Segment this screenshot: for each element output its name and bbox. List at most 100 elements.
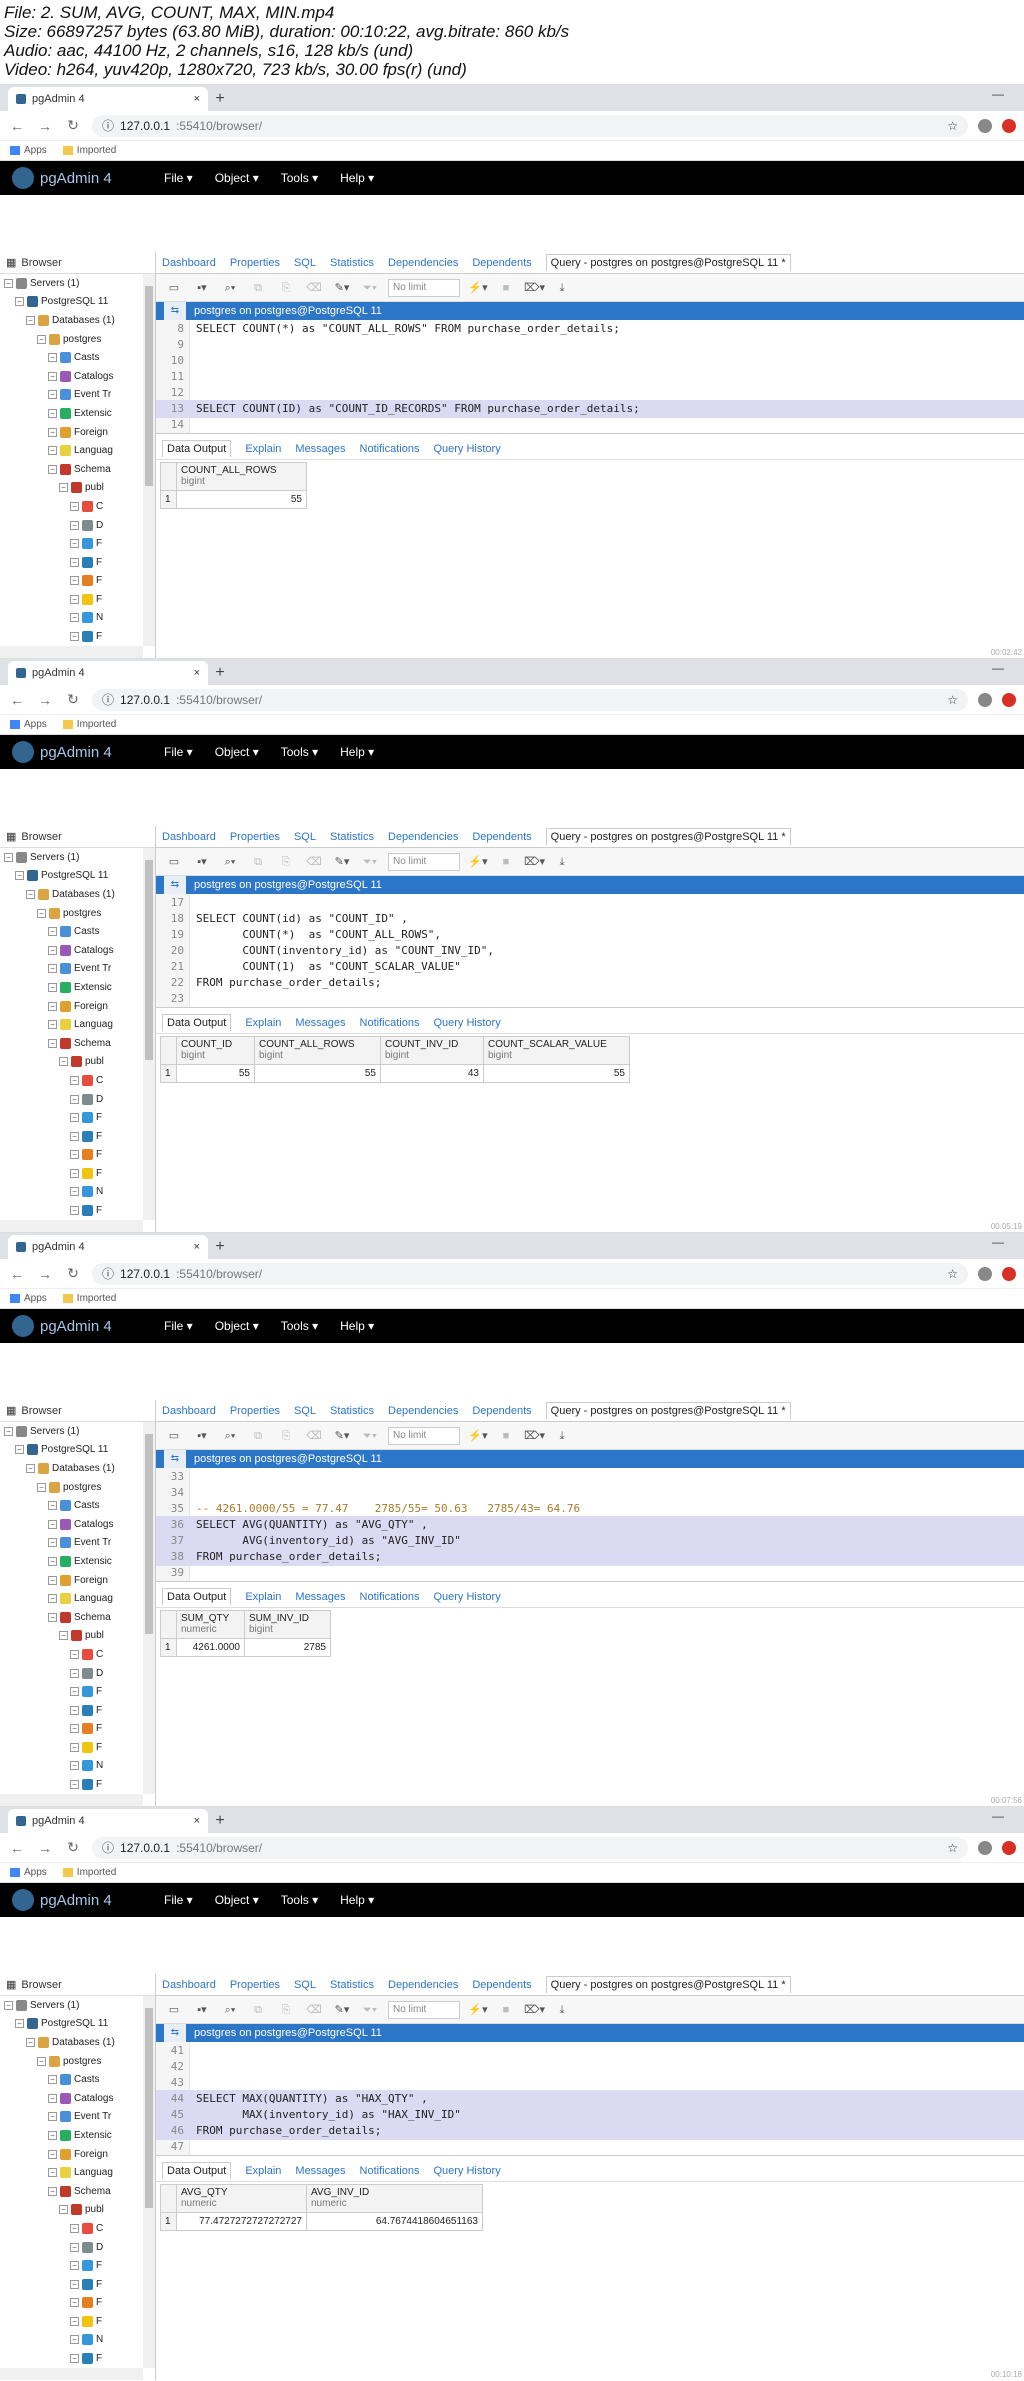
copy-icon[interactable]: ⧉ [248, 279, 268, 297]
tree-toggle-icon[interactable]: − [15, 2019, 24, 2029]
panel-tab[interactable]: Query - postgres on postgres@PostgreSQL … [545, 1402, 791, 1419]
tree-node[interactable]: − Servers (1) [0, 848, 143, 867]
paste-icon[interactable]: ⎘ [276, 2001, 296, 2019]
panel-tab[interactable]: Statistics [330, 831, 374, 843]
address-bar[interactable]: ⓘ 127.0.0.1:55410/browser/ ☆ [92, 1836, 968, 1859]
copy-icon[interactable]: ⧉ [248, 2001, 268, 2019]
tree-node[interactable]: − F [0, 1108, 143, 1127]
panel-tab[interactable]: Dependencies [388, 257, 458, 269]
tree-node[interactable]: − F [0, 2275, 143, 2294]
tree-toggle-icon[interactable]: − [15, 871, 24, 881]
tree-node[interactable]: − Foreign [0, 997, 143, 1016]
tree-toggle-icon[interactable]: − [48, 353, 57, 363]
clear-icon[interactable]: ⌦▾ [524, 2001, 545, 2019]
copy-icon[interactable]: ⧉ [248, 1427, 268, 1445]
tree-node[interactable]: − Event Tr [0, 960, 143, 979]
edit-icon[interactable]: ✎▾ [332, 279, 352, 297]
tree-horizontal-scrollbar[interactable] [0, 2368, 143, 2380]
tree-toggle-icon[interactable]: − [70, 2354, 79, 2364]
tree-toggle-icon[interactable]: − [48, 2093, 57, 2103]
tree-toggle-icon[interactable]: − [70, 557, 79, 567]
result-tab[interactable]: Query History [433, 1591, 500, 1603]
tree-node[interactable]: − Extensic [0, 2126, 143, 2145]
menu-help[interactable]: Help ▾ [340, 171, 374, 185]
edit-icon[interactable]: ✎▾ [332, 1427, 352, 1445]
new-tab-button[interactable]: + [208, 87, 232, 111]
tree-node[interactable]: − Catalogs [0, 367, 143, 386]
address-bar[interactable]: ⓘ 127.0.0.1:55410/browser/ ☆ [92, 688, 968, 711]
column-header[interactable]: COUNT_ALL_ROWS bigint [254, 1036, 381, 1065]
result-tab[interactable]: Notifications [360, 1017, 420, 1029]
tree-node[interactable]: − Casts [0, 922, 143, 941]
find-icon[interactable]: ⌕▾ [220, 279, 240, 297]
tree-node[interactable]: − postgres [0, 1478, 143, 1497]
tree-node[interactable]: − D [0, 1090, 143, 1109]
tree-toggle-icon[interactable]: − [48, 408, 57, 418]
tree-node[interactable]: − publ [0, 479, 143, 498]
tree-node[interactable]: − PostgreSQL 11 [0, 1441, 143, 1460]
extension-icon[interactable] [978, 118, 992, 133]
paste-icon[interactable]: ⎘ [276, 1427, 296, 1445]
tree-toggle-icon[interactable]: − [48, 446, 57, 456]
open-file-icon[interactable]: ▭ [164, 2001, 184, 2019]
execute-icon[interactable]: ⚡▾ [468, 279, 488, 297]
delete-icon[interactable]: ⌫ [304, 2001, 324, 2019]
sql-editor[interactable]: 41 42 43 44 SELECT MAX(QUANTITY) as "HAX_QTY… [156, 2042, 1024, 2156]
open-file-icon[interactable]: ▭ [164, 853, 184, 871]
tree-toggle-icon[interactable]: − [70, 501, 79, 511]
find-icon[interactable]: ⌕▾ [220, 2001, 240, 2019]
tree-node[interactable]: − postgres [0, 904, 143, 923]
tree-toggle-icon[interactable]: − [48, 2130, 57, 2140]
tree-node[interactable]: − F [0, 1201, 143, 1220]
close-tab-icon[interactable]: × [194, 93, 200, 105]
tree-toggle-icon[interactable]: − [70, 1724, 79, 1734]
tree-toggle-icon[interactable]: − [70, 520, 79, 530]
browser-tab[interactable]: pgAdmin 4 × [8, 87, 208, 111]
filter-icon[interactable]: ⏷▾ [360, 1427, 380, 1445]
table-cell[interactable]: 2785 [244, 1638, 331, 1657]
result-tab[interactable]: Explain [245, 443, 281, 455]
panel-tab[interactable]: SQL [294, 257, 316, 269]
forward-icon[interactable]: → [36, 1840, 54, 1856]
tree-node[interactable]: − N [0, 2331, 143, 2350]
column-header[interactable]: SUM_INV_ID bigint [244, 1610, 331, 1639]
panel-tab[interactable]: Properties [230, 1405, 280, 1417]
address-bar[interactable]: ⓘ 127.0.0.1:55410/browser/ ☆ [92, 114, 968, 137]
tree-node[interactable]: − C [0, 2219, 143, 2238]
tree-node[interactable]: − postgres [0, 330, 143, 349]
table-cell[interactable]: 43 [380, 1064, 484, 1083]
tree-toggle-icon[interactable]: − [26, 1463, 35, 1473]
stop-icon[interactable]: ■ [496, 1427, 516, 1445]
profile-icon[interactable] [1002, 1840, 1016, 1855]
tree-toggle-icon[interactable]: − [15, 297, 24, 307]
tree-toggle-icon[interactable]: − [48, 1001, 57, 1011]
column-header[interactable]: AVG_QTY numeric [176, 2184, 307, 2213]
tree-node[interactable]: − Schema [0, 460, 143, 479]
tree-node[interactable]: − F [0, 1682, 143, 1701]
result-tab[interactable]: Messages [295, 1591, 345, 1603]
tree-toggle-icon[interactable]: − [70, 1705, 79, 1715]
tree-toggle-icon[interactable]: − [37, 334, 46, 344]
delete-icon[interactable]: ⌫ [304, 279, 324, 297]
panel-tab[interactable]: Statistics [330, 1405, 374, 1417]
back-icon[interactable]: ← [8, 1840, 26, 1856]
extension-icon[interactable] [978, 1266, 992, 1281]
tree-node[interactable]: − Schema [0, 1034, 143, 1053]
tree-toggle-icon[interactable]: − [70, 2223, 79, 2233]
panel-tab[interactable]: Properties [230, 1979, 280, 1991]
connection-bar[interactable]: ⇆ postgres on postgres@PostgreSQL 11 [156, 1450, 1024, 1468]
new-tab-button[interactable]: + [208, 1235, 232, 1259]
tree-toggle-icon[interactable]: − [70, 613, 79, 623]
profile-icon[interactable] [1002, 692, 1016, 707]
result-tab[interactable]: Explain [245, 2165, 281, 2177]
panel-tab[interactable]: Dependents [472, 831, 531, 843]
menu-tools[interactable]: Tools ▾ [281, 745, 318, 759]
sql-editor[interactable]: 33 34 35 -- 4261.0000/55 = 77.47 2785/55= 5… [156, 1468, 1024, 1582]
tree-toggle-icon[interactable]: − [70, 2261, 79, 2271]
column-header[interactable]: COUNT_ALL_ROWS bigint [176, 462, 307, 491]
tree-node[interactable]: − C [0, 497, 143, 516]
tree-node[interactable]: − Casts [0, 1496, 143, 1515]
tree-toggle-icon[interactable]: − [48, 2168, 57, 2178]
stop-icon[interactable]: ■ [496, 2001, 516, 2019]
tree-toggle-icon[interactable]: − [70, 2335, 79, 2345]
